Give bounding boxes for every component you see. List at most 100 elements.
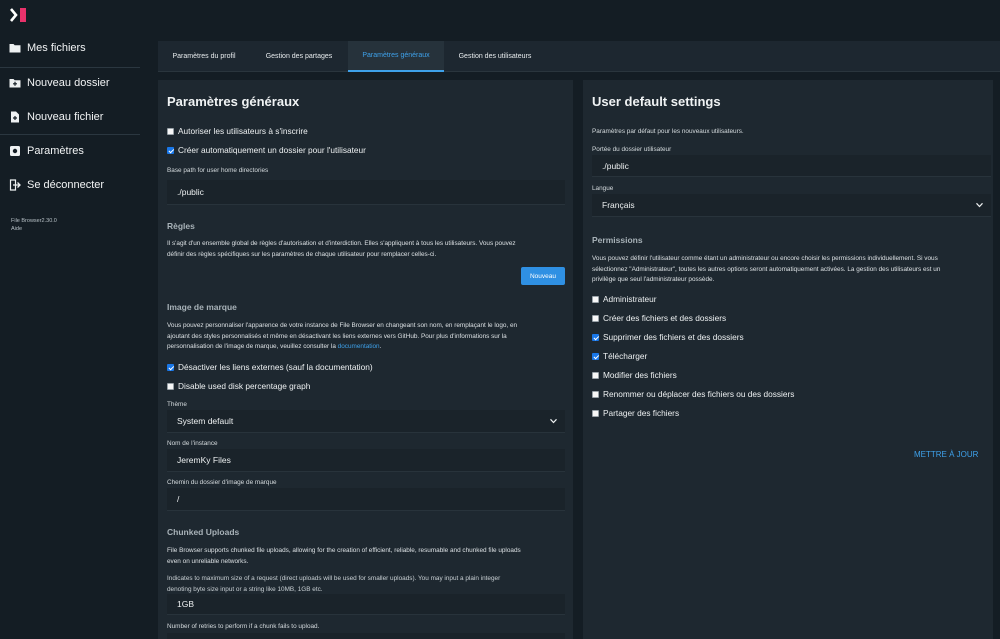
checkbox-box[interactable]	[167, 382, 174, 390]
sidebar-item-label: Nouveau dossier	[27, 77, 110, 89]
help-link[interactable]: Aide	[11, 225, 57, 233]
sidebar-item-my-files[interactable]: Mes fichiers	[0, 32, 140, 64]
settings-tabs: Paramètres du profil Gestion des partage…	[158, 41, 1000, 72]
max-size-value: 1GB	[177, 599, 195, 609]
permissions-text-line: Vous pouvez définir l'utilisateur comme …	[592, 255, 938, 262]
chunked-text-line: even on unreliable networks.	[167, 557, 249, 565]
permissions-text-line: sélectionnez "Administrateur", toutes le…	[592, 265, 941, 273]
max-size-label: Indicates to maximum size of a request (…	[167, 574, 567, 595]
theme-value: System default	[177, 416, 234, 426]
sidebar-item-logout[interactable]: Se déconnecter	[0, 169, 140, 201]
base-path-input[interactable]: ./public	[167, 180, 565, 205]
retries-label: Number of retries to perform if a chunk …	[167, 623, 320, 630]
rules-heading: Règles	[167, 221, 195, 231]
permission-modify-checkbox[interactable]: Modifier des fichiers	[592, 370, 677, 380]
branding-dir-value: /	[177, 494, 180, 504]
checkbox-box[interactable]	[592, 371, 599, 379]
checkbox-box[interactable]	[592, 390, 599, 398]
branding-description: Vous pouvez personnaliser l'apparence de…	[167, 321, 567, 353]
update-button[interactable]: METTRE À JOUR	[914, 450, 978, 459]
user-defaults-description: Paramètres par défaut pour les nouveaux …	[592, 128, 744, 135]
instance-name-input[interactable]: JeremKy Files	[167, 449, 565, 472]
checkbox-label: Partager des fichiers	[603, 408, 680, 418]
scope-value: ./public	[602, 160, 629, 171]
allow-signup-checkbox[interactable]: Autoriser les utilisateurs à s'inscrire	[167, 126, 308, 136]
chevron-down-icon	[976, 202, 983, 208]
new-folder-icon	[9, 79, 21, 88]
tab-global-settings[interactable]: Paramètres généraux	[348, 41, 444, 72]
branding-text: .	[379, 343, 382, 350]
version-text: File Browser2.30.0	[11, 218, 57, 224]
chevron-down-icon	[550, 418, 557, 424]
checkbox-box[interactable]	[167, 127, 174, 135]
tab-share-management[interactable]: Gestion des partages	[250, 41, 348, 72]
permission-admin-checkbox[interactable]: Administrateur	[592, 294, 657, 304]
permission-share-checkbox[interactable]: Partager des fichiers	[592, 408, 679, 418]
base-path-label: Base path for user home directories	[167, 167, 269, 174]
permissions-text-line: privilège que seul l'administrateur poss…	[592, 276, 715, 283]
version-info: File Browser2.30.0 Aide	[11, 217, 57, 233]
sidebar-item-label: Mes fichiers	[27, 42, 86, 54]
sidebar-item-settings[interactable]: Paramètres	[0, 135, 140, 167]
checkbox-box[interactable]	[592, 295, 599, 303]
base-path-value: ./public	[177, 187, 204, 197]
documentation-link[interactable]: documentation	[338, 343, 380, 350]
checkbox-label: Créer automatiquement un dossier pour l'…	[178, 145, 366, 155]
language-select[interactable]: Français	[592, 194, 991, 217]
permission-create-checkbox[interactable]: Créer des fichiers et des dossiers	[592, 313, 726, 323]
language-value: Français	[602, 200, 635, 210]
permission-download-checkbox[interactable]: Télécharger	[592, 351, 647, 361]
checkbox-box[interactable]	[167, 363, 174, 371]
scope-label: Portée du dossier utilisateur	[592, 146, 672, 153]
instance-name-label: Nom de l'instance	[167, 440, 218, 447]
checkbox-box[interactable]	[592, 352, 599, 360]
checkbox-box[interactable]	[592, 314, 599, 322]
logout-icon	[9, 179, 21, 191]
branding-text-line: ajoutant des styles personnalisés et mêm…	[167, 332, 507, 340]
checkbox-label: Désactiver les liens externes (sauf la d…	[178, 362, 373, 372]
tab-user-management[interactable]: Gestion des utilisateurs	[444, 41, 546, 72]
user-defaults-title: User default settings	[592, 94, 721, 109]
branding-dir-input[interactable]: /	[167, 488, 565, 511]
new-rule-button[interactable]: Nouveau	[521, 267, 565, 285]
checkbox-label: Disable used disk percentage graph	[178, 381, 311, 391]
checkbox-box[interactable]	[592, 333, 599, 341]
rules-text-line: Il s'agit d'un ensemble global de règles…	[167, 240, 516, 247]
disable-disk-graph-checkbox[interactable]: Disable used disk percentage graph	[167, 381, 310, 391]
scope-input[interactable]: ./public	[592, 155, 991, 177]
user-defaults-card: User default settings Paramètres par déf…	[583, 80, 993, 639]
max-size-label-line: Indicates to maximum size of a request (…	[167, 575, 501, 582]
sidebar-item-new-file[interactable]: Nouveau fichier	[0, 101, 140, 133]
branding-dir-label: Chemin du dossier d'image de marque	[167, 479, 277, 486]
branding-text: personnalisation de l'image de marque, v…	[167, 343, 338, 350]
theme-select[interactable]: System default	[167, 410, 565, 433]
retries-input[interactable]	[167, 633, 565, 639]
sidebar-item-label: Nouveau fichier	[27, 111, 104, 123]
branding-heading: Image de marque	[167, 302, 237, 312]
sidebar-item-new-folder[interactable]: Nouveau dossier	[0, 67, 140, 99]
checkbox-label: Créer des fichiers et des dossiers	[603, 313, 727, 323]
chunked-uploads-heading: Chunked Uploads	[167, 527, 240, 537]
rules-description: Il s'agit d'un ensemble global de règles…	[167, 239, 567, 260]
checkbox-label: Administrateur	[603, 294, 657, 304]
branding-text-line: personnalisation de l'image de marque, v…	[167, 342, 567, 353]
chunked-text-line: File Browser supports chunked file uploa…	[167, 547, 521, 554]
page-title: Paramètres généraux	[167, 94, 300, 109]
sidebar-item-label: Se déconnecter	[27, 179, 105, 191]
checkbox-box[interactable]	[167, 146, 174, 154]
checkbox-label: Autoriser les utilisateurs à s'inscrire	[178, 126, 308, 136]
instance-name-value: JeremKy Files	[177, 455, 231, 465]
auto-folder-checkbox[interactable]: Créer automatiquement un dossier pour l'…	[167, 145, 366, 155]
permissions-heading: Permissions	[592, 235, 643, 245]
tab-profile-settings[interactable]: Paramètres du profil	[158, 41, 250, 72]
chunked-uploads-description: File Browser supports chunked file uploa…	[167, 546, 567, 567]
max-size-input[interactable]: 1GB	[167, 594, 565, 615]
top-bar	[0, 0, 1000, 32]
checkbox-label: Renommer ou déplacer des fichiers ou des…	[603, 389, 795, 399]
permission-delete-checkbox[interactable]: Supprimer des fichiers et des dossiers	[592, 332, 744, 342]
app-logo-icon[interactable]	[10, 7, 28, 23]
checkbox-box[interactable]	[592, 409, 599, 417]
folder-icon	[9, 44, 21, 53]
disable-external-links-checkbox[interactable]: Désactiver les liens externes (sauf la d…	[167, 362, 373, 372]
permission-rename-checkbox[interactable]: Renommer ou déplacer des fichiers ou des…	[592, 389, 794, 399]
